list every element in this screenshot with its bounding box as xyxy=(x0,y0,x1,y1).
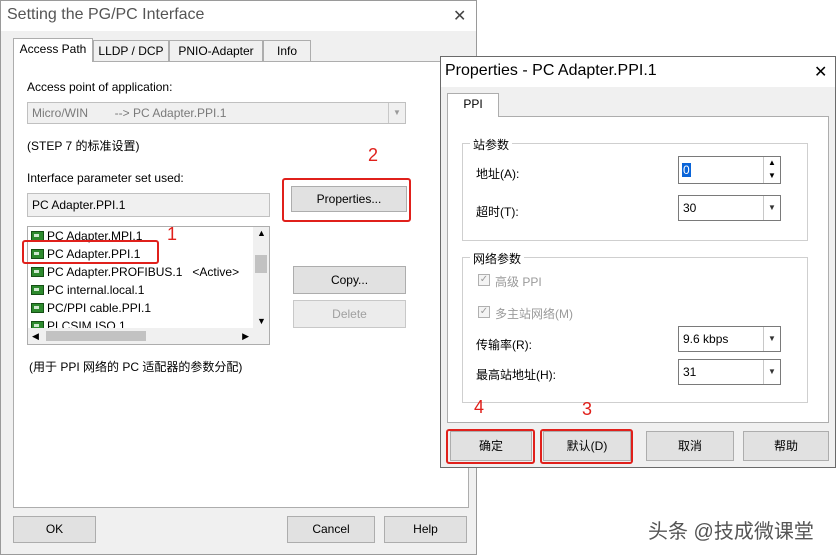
highlight-default-button xyxy=(540,429,633,464)
properties-titlebar: Properties - PC Adapter.PPI.1 ✕ xyxy=(441,57,835,87)
access-point-label: Access point of application: xyxy=(27,80,173,94)
close-icon[interactable]: ✕ xyxy=(814,62,827,82)
spin-up-icon[interactable]: ▲ xyxy=(768,158,776,167)
timeout-label: 超时(T): xyxy=(476,205,519,219)
access-point-value: Micro/WIN --> PC Adapter.PPI.1 xyxy=(32,106,227,120)
list-item-label: PC Adapter.PROFIBUS.1 <Active> xyxy=(47,265,240,279)
annotation-3: 3 xyxy=(582,399,593,419)
station-params-label: 站参数 xyxy=(470,136,513,153)
copy-button-label: Copy... xyxy=(330,273,369,287)
delete-button-label: Delete xyxy=(332,307,367,321)
ok-button[interactable]: OK xyxy=(13,516,96,543)
annotation-4: 4 xyxy=(474,397,485,417)
multi-master-label: 多主站网络(M) xyxy=(495,307,573,321)
scrollbar-thumb[interactable] xyxy=(255,255,267,273)
access-path-panel: Access point of application: Micro/WIN -… xyxy=(13,61,469,508)
param-set-label: Interface parameter set used: xyxy=(27,171,184,185)
highlight-ppi-item xyxy=(22,240,159,264)
props-cancel-button-label: 取消 xyxy=(677,439,702,453)
copy-button[interactable]: Copy... xyxy=(293,266,406,294)
baud-rate-label: 传输率(R): xyxy=(476,338,532,352)
list-item[interactable]: PC/PPI cable.PPI.1 xyxy=(31,301,151,315)
chevron-up-icon[interactable]: ▲ xyxy=(257,228,266,238)
scrollbar-thumb[interactable] xyxy=(46,331,146,341)
list-horizontal-scrollbar[interactable]: ◀ ▶ xyxy=(28,328,269,344)
pgpc-title: Setting the PG/PC Interface xyxy=(7,6,205,23)
highest-address-label: 最高站地址(H): xyxy=(476,368,556,382)
timeout-value: 30 xyxy=(683,201,697,215)
list-vertical-scrollbar[interactable]: ▲ ▼ xyxy=(253,227,269,328)
chevron-left-icon[interactable]: ◀ xyxy=(32,331,39,342)
pgpc-titlebar: Setting the PG/PC Interface ✕ xyxy=(1,1,476,31)
baud-rate-select[interactable]: 9.6 kbps ▼ xyxy=(678,326,781,352)
props-help-button[interactable]: 帮助 xyxy=(743,431,829,461)
chevron-down-icon[interactable]: ▼ xyxy=(763,327,780,351)
list-item-label: PC internal.local.1 xyxy=(47,283,145,297)
pc-adapter-icon xyxy=(31,285,44,295)
pgpc-dialog: Setting the PG/PC Interface ✕ Access Pat… xyxy=(0,0,477,555)
annotation-1: 1 xyxy=(167,224,178,244)
ppi-panel: 站参数 地址(A): 0 ▲ ▼ 超时(T): 30 ▼ 网络参数 ✓ 高级 P… xyxy=(447,116,829,423)
list-item[interactable]: PC Adapter.PROFIBUS.1 <Active> xyxy=(31,265,239,279)
props-cancel-button[interactable]: 取消 xyxy=(646,431,734,461)
advanced-ppi-label: 高级 PPI xyxy=(495,275,542,289)
tab-pnio-adapter[interactable]: PNIO-Adapter xyxy=(169,40,263,62)
chevron-down-icon[interactable]: ▼ xyxy=(257,316,266,326)
highest-address-value: 31 xyxy=(683,365,697,379)
watermark: 头条 @技成微课堂 xyxy=(648,521,814,543)
tab-ppi[interactable]: PPI xyxy=(447,93,499,117)
tab-info[interactable]: Info xyxy=(263,40,311,62)
cancel-button[interactable]: Cancel xyxy=(287,516,375,543)
chevron-down-icon: ▼ xyxy=(388,103,405,123)
step7-note: (STEP 7 的标准设置) xyxy=(27,139,140,153)
tab-lldp-dcp[interactable]: LLDP / DCP xyxy=(93,40,169,62)
help-button[interactable]: Help xyxy=(384,516,467,543)
pc-adapter-icon xyxy=(31,267,44,277)
advanced-ppi-checkbox[interactable]: ✓ xyxy=(478,274,490,286)
spin-down-icon[interactable]: ▼ xyxy=(768,171,776,180)
network-params-label: 网络参数 xyxy=(470,250,525,267)
delete-button[interactable]: Delete xyxy=(293,300,406,328)
list-item[interactable]: PC internal.local.1 xyxy=(31,283,144,297)
help-button-label: Help xyxy=(413,522,438,536)
list-item-label: PC/PPI cable.PPI.1 xyxy=(47,301,152,315)
close-icon[interactable]: ✕ xyxy=(453,6,466,26)
tab-access-path[interactable]: Access Path xyxy=(13,38,93,62)
chevron-right-icon[interactable]: ▶ xyxy=(242,331,249,342)
timeout-select[interactable]: 30 ▼ xyxy=(678,195,781,221)
chevron-down-icon[interactable]: ▼ xyxy=(763,196,780,220)
baud-rate-value: 9.6 kbps xyxy=(683,332,729,346)
access-point-select[interactable]: Micro/WIN --> PC Adapter.PPI.1 ▼ xyxy=(27,102,406,124)
address-spinner[interactable]: 0 ▲ ▼ xyxy=(678,156,781,184)
annotation-2: 2 xyxy=(368,145,379,165)
highest-address-select[interactable]: 31 ▼ xyxy=(678,359,781,385)
address-value: 0 xyxy=(682,163,691,177)
param-set-field[interactable]: PC Adapter.PPI.1 xyxy=(27,193,270,217)
chevron-down-icon[interactable]: ▼ xyxy=(763,360,780,384)
props-help-button-label: 帮助 xyxy=(773,439,798,453)
address-label: 地址(A): xyxy=(476,167,520,181)
properties-dialog: Properties - PC Adapter.PPI.1 ✕ PPI 站参数 … xyxy=(440,56,836,468)
properties-title: Properties - PC Adapter.PPI.1 xyxy=(445,62,657,79)
multi-master-checkbox[interactable]: ✓ xyxy=(478,306,490,318)
highlight-confirm-button xyxy=(446,429,535,464)
pc-adapter-icon xyxy=(31,303,44,313)
param-set-value: PC Adapter.PPI.1 xyxy=(32,198,126,212)
highlight-properties-button xyxy=(282,178,411,222)
ok-button-label: OK xyxy=(45,522,64,536)
footer-note: (用于 PPI 网络的 PC 适配器的参数分配) xyxy=(29,360,243,374)
spinner-buttons[interactable]: ▲ ▼ xyxy=(763,157,780,183)
cancel-button-label: Cancel xyxy=(312,522,350,536)
